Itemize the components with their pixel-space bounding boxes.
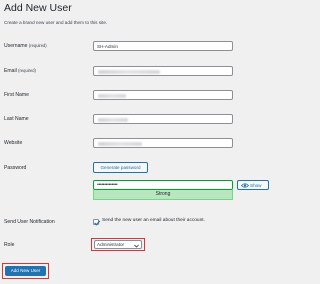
email-label-text: Email [4,68,17,74]
checkmark-icon [94,220,101,226]
eye-icon [241,183,249,188]
first-name-field[interactable] [93,90,233,100]
website-field[interactable] [93,138,233,148]
add-new-user-button[interactable]: Add New User [5,266,46,276]
last-name-redacted-value [98,118,128,122]
notification-label: Send User Notification [4,219,55,225]
username-label-text: Username [4,43,28,49]
email-required-note: (required) [18,68,36,73]
last-name-label: Last Name [4,116,29,122]
notification-text: Send the new user an email about their a… [102,218,205,223]
password-field[interactable]: •••••••••••••• [93,180,233,190]
last-name-field[interactable] [93,114,233,124]
username-label: Username (required) [4,43,47,49]
role-selected-value: Administrator [97,242,125,247]
email-field[interactable] [93,66,233,76]
password-strength-meter: Strong [93,190,233,200]
first-name-redacted-value [98,94,126,98]
show-password-label: Show [250,182,262,188]
username-value: SH-Admin [97,43,118,49]
username-required-note: (required) [28,43,47,48]
notification-checkbox[interactable] [93,219,101,226]
email-redacted-value [98,70,160,74]
website-redacted-value [98,142,142,146]
email-label: Email (required) [4,68,36,74]
website-label: Website [4,140,23,146]
show-password-button[interactable]: Show [237,180,269,190]
page-description: Create a brand new user and add them to … [4,20,108,25]
role-select[interactable]: Administrator [94,240,142,249]
page-title: Add New User [4,2,72,14]
password-value: •••••••••••••• [97,182,118,189]
chevron-down-icon [134,244,139,248]
username-field[interactable]: SH-Admin [93,41,233,51]
first-name-label: First Name [4,92,29,98]
password-label: Password [4,165,27,171]
role-label: Role [4,242,15,248]
generate-password-button[interactable]: Generate password [93,162,148,173]
